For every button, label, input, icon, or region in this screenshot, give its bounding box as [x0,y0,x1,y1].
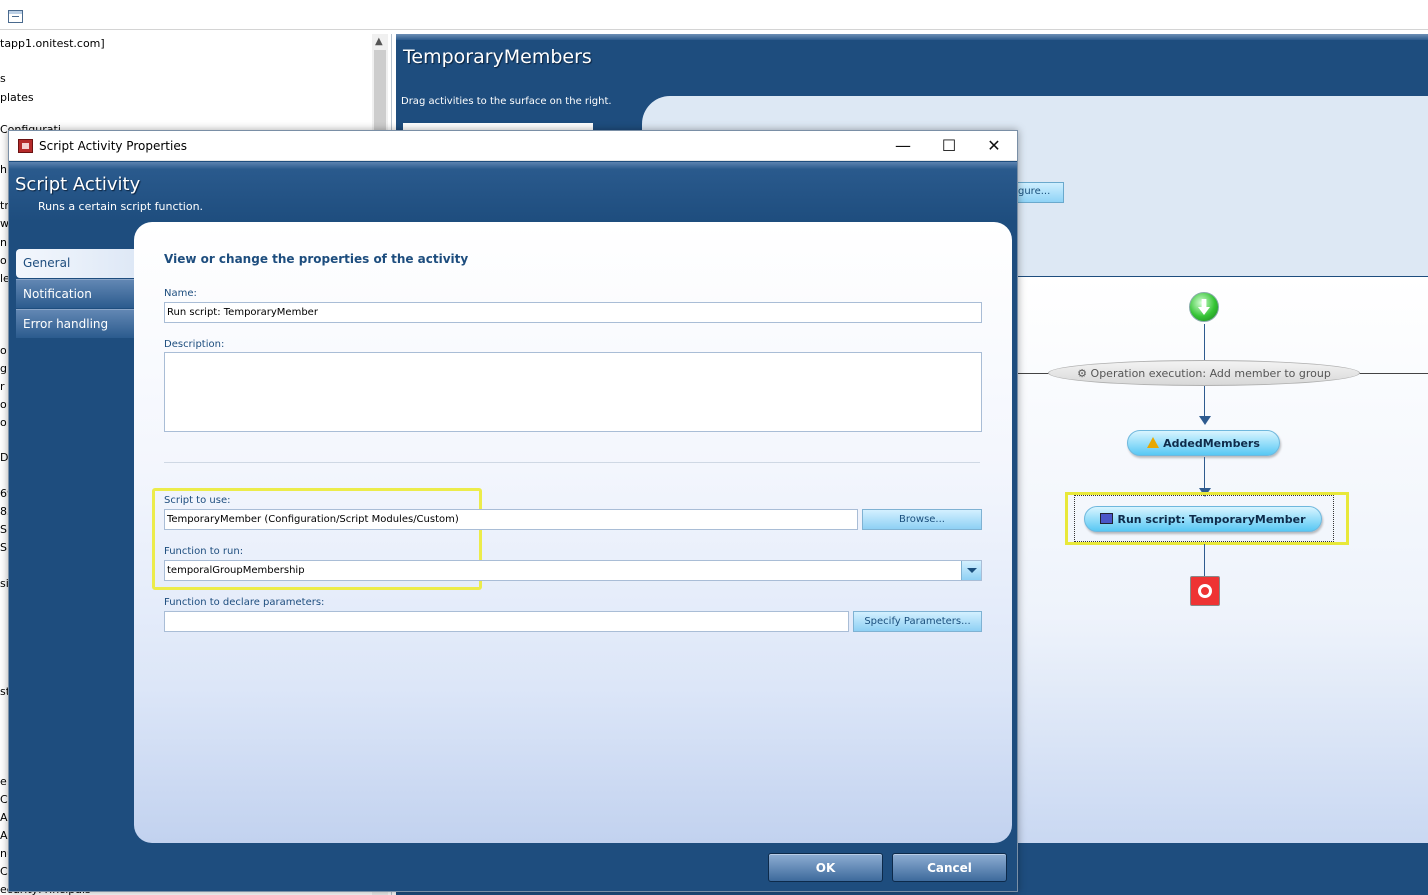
function-select[interactable]: temporalGroupMembership [164,560,982,581]
cancel-button[interactable]: Cancel [892,853,1007,882]
operation-execution-label: Operation execution: Add member to group [1090,367,1331,380]
tree-item[interactable]: o [0,416,7,429]
tree-item[interactable]: plates [0,91,34,104]
configure-button[interactable]: gure... [1014,182,1064,203]
minimize-button[interactable]: — [880,131,926,161]
tree-item[interactable]: tapp1.onitest.com] [0,37,105,50]
specify-parameters-button[interactable]: Specify Parameters... [853,611,982,632]
scroll-up-icon[interactable]: ▲ [375,36,383,47]
close-button[interactable]: ✕ [971,131,1017,161]
script-field[interactable]: TemporaryMember (Configuration/Script Mo… [164,509,858,530]
script-label: Script to use: [164,495,231,506]
connector-line [1358,373,1428,374]
run-script-label: Run script: TemporaryMember [1117,513,1306,526]
added-members-label: AddedMembers [1163,437,1260,450]
tree-item[interactable]: o [0,254,7,267]
chevron-down-icon[interactable] [961,561,981,580]
name-label: Name: [164,288,197,299]
ok-button[interactable]: OK [768,853,883,882]
dialog-header: Script Activity Runs a certain script fu… [9,162,1017,222]
app-icon [18,139,33,153]
dialog-titlebar[interactable]: Script Activity Properties — ☐ ✕ [9,131,1017,161]
scrollbar-thumb[interactable] [374,50,386,130]
added-members-node[interactable]: AddedMembers [1127,430,1280,456]
arrow-down-icon [1199,416,1211,425]
stop-icon[interactable] [1190,576,1220,606]
operation-execution-node[interactable]: ⚙ Operation execution: Add member to gro… [1048,360,1360,386]
tree-item[interactable]: C [0,793,8,806]
tree-item[interactable]: r [0,380,5,393]
browse-button[interactable]: Browse... [862,509,982,530]
description-label: Description: [164,339,225,350]
panel-title: View or change the properties of the act… [164,252,469,266]
gear-icon: ⚙ [1077,367,1088,380]
declare-parameters-field[interactable] [164,611,849,632]
properties-panel: View or change the properties of the act… [134,222,1012,843]
run-script-node[interactable]: Run script: TemporaryMember [1084,506,1322,532]
warning-icon [1147,437,1160,448]
dialog-heading: Script Activity [15,174,141,195]
tree-item[interactable]: o [0,344,7,357]
script-activity-dialog: Script Activity Properties — ☐ ✕ Script … [8,130,1018,892]
connector-line [1204,386,1205,418]
tree-item[interactable]: g [0,362,7,375]
grid-view-icon[interactable] [8,10,23,23]
tab-general[interactable]: General [16,249,151,278]
workflow-title: TemporaryMembers [403,46,592,68]
tree-item[interactable]: s [0,72,6,85]
tab-error-handling[interactable]: Error handling [16,309,151,338]
designer-hint: Drag activities to the surface on the ri… [401,96,612,107]
tree-item[interactable]: e [0,775,7,788]
start-icon[interactable] [1189,292,1219,322]
connector-line [1204,324,1205,360]
connector-line [1204,544,1205,576]
tree-item[interactable]: C [0,865,8,878]
dialog-subheading: Runs a certain script function. [38,200,204,213]
tree-item[interactable]: o [0,398,7,411]
script-icon [1100,513,1114,524]
divider [164,462,980,463]
function-label: Function to run: [164,546,244,557]
maximize-button[interactable]: ☐ [926,131,972,161]
console-toolbar [0,0,1428,30]
tree-item[interactable]: n [0,236,7,249]
tab-notification[interactable]: Notification [16,279,151,308]
description-field[interactable] [164,352,982,432]
declare-parameters-label: Function to declare parameters: [164,597,325,608]
designer-header-band [396,34,1428,40]
function-select-value: temporalGroupMembership [167,565,305,576]
connector-line [1204,457,1205,490]
dialog-caption: Script Activity Properties [39,139,187,153]
name-field[interactable]: Run script: TemporaryMember [164,302,982,323]
